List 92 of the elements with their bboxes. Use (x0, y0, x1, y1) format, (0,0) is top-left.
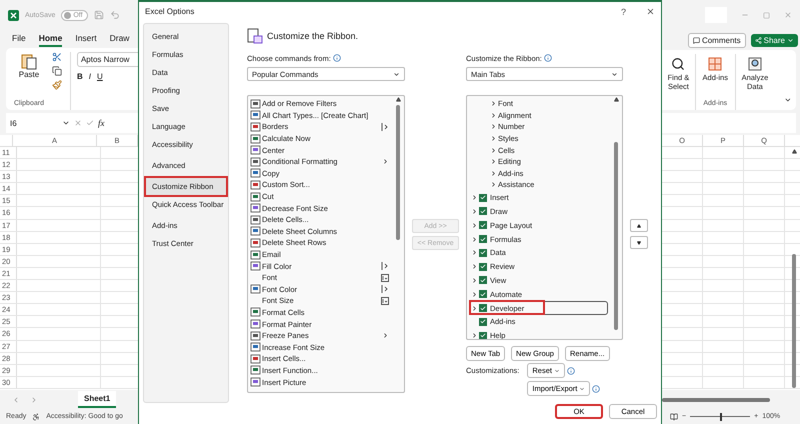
analyze-data-icon[interactable] (748, 57, 762, 71)
split-arrow-icon (380, 122, 390, 131)
checkbox[interactable] (479, 248, 487, 257)
split-arrow-icon (380, 262, 390, 270)
command-icon (250, 330, 262, 341)
command-icon (250, 354, 262, 364)
move-up-button[interactable] (630, 219, 648, 232)
dialog-title: Excel Options (145, 7, 196, 16)
checkbox[interactable] (479, 262, 487, 271)
checkbox[interactable] (479, 276, 487, 284)
ribbon-tab[interactable]: File (12, 31, 26, 47)
share-button[interactable]: Share (750, 34, 798, 46)
checkbox[interactable] (479, 221, 487, 230)
info-icon[interactable] (544, 54, 552, 62)
excel-logo-icon (8, 10, 19, 20)
caret-icon (611, 70, 618, 78)
checkbox[interactable] (479, 332, 487, 339)
caret-icon (579, 386, 586, 392)
add-ins-icon[interactable] (708, 57, 722, 71)
ribbon-tab[interactable]: Draw (110, 31, 130, 47)
format-button[interactable]: U (96, 72, 103, 81)
field-icon (381, 296, 389, 305)
command-icon (250, 250, 262, 260)
info-icon[interactable] (332, 54, 341, 62)
command-icon (250, 238, 262, 248)
info-icon[interactable] (566, 366, 575, 374)
checkbox[interactable] (479, 235, 487, 244)
command-icon (250, 168, 262, 178)
customize-ribbon-icon (247, 28, 263, 44)
command-icon (250, 214, 262, 225)
checkbox[interactable] (479, 290, 487, 298)
format-painter-icon[interactable] (52, 80, 62, 90)
command-icon (250, 98, 262, 109)
command-icon (250, 180, 262, 190)
command-icon (250, 226, 262, 236)
page-view-icon[interactable] (670, 412, 678, 420)
info-icon[interactable] (592, 384, 600, 392)
caret-icon (554, 368, 560, 374)
insert-function-button[interactable]: fx (98, 118, 104, 128)
command-icon (250, 261, 262, 272)
close-icon[interactable] (646, 7, 655, 16)
down-arrow-icon (637, 240, 641, 244)
command-icon (250, 145, 262, 156)
vertical-scrollbar[interactable] (790, 149, 798, 388)
ribbon-tab[interactable]: Insert (75, 31, 97, 47)
checkbox[interactable] (479, 207, 487, 216)
dropdown-icon[interactable] (62, 119, 70, 127)
cut-icon[interactable] (52, 52, 62, 62)
command-icon (250, 284, 262, 294)
command-icon (250, 156, 262, 167)
split-arrow-icon (380, 285, 390, 294)
copy-icon[interactable] (52, 66, 62, 76)
share-icon (754, 36, 762, 44)
zoom-slider[interactable] (690, 412, 750, 420)
command-icon (250, 307, 262, 318)
command-icon (250, 377, 262, 388)
format-button[interactable]: B (76, 72, 83, 81)
scroll-up-icon[interactable] (396, 97, 400, 102)
comments-button[interactable]: Comments (688, 32, 746, 48)
expand-icon[interactable] (470, 332, 478, 339)
section-heading: Customize the Ribbon. (267, 31, 358, 41)
field-icon (381, 274, 389, 282)
paste-icon[interactable] (20, 52, 38, 70)
command-icon (250, 110, 262, 120)
caret-icon (393, 70, 400, 78)
collapse-ribbon-icon[interactable] (784, 96, 792, 104)
horizontal-scrollbar[interactable] (662, 398, 770, 402)
up-arrow-icon (637, 224, 641, 228)
comment-icon (692, 36, 700, 44)
scroll-up-icon[interactable] (792, 149, 796, 154)
command-icon (250, 134, 262, 144)
previous-sheet-icon[interactable] (12, 396, 20, 404)
accessibility-icon (32, 412, 40, 420)
next-sheet-icon[interactable] (30, 396, 38, 404)
search-icon[interactable] (671, 57, 686, 71)
checkbox[interactable] (479, 194, 487, 202)
checkbox[interactable] (479, 318, 487, 326)
checkbox[interactable] (479, 304, 487, 312)
format-button[interactable]: I (88, 72, 91, 81)
caret-icon (787, 36, 794, 44)
command-icon (250, 342, 262, 352)
command-icon (250, 122, 262, 132)
scroll-up-icon[interactable] (614, 97, 618, 102)
command-icon (250, 365, 262, 376)
name-box[interactable]: I6 (10, 118, 58, 128)
command-icon (250, 203, 262, 214)
paste-label[interactable]: Paste (18, 70, 40, 79)
sheet-tab[interactable]: Sheet1 (78, 391, 116, 408)
command-icon (250, 319, 262, 330)
help-button[interactable]: ? (620, 6, 626, 16)
move-down-button[interactable] (630, 236, 648, 249)
command-icon (250, 192, 262, 202)
